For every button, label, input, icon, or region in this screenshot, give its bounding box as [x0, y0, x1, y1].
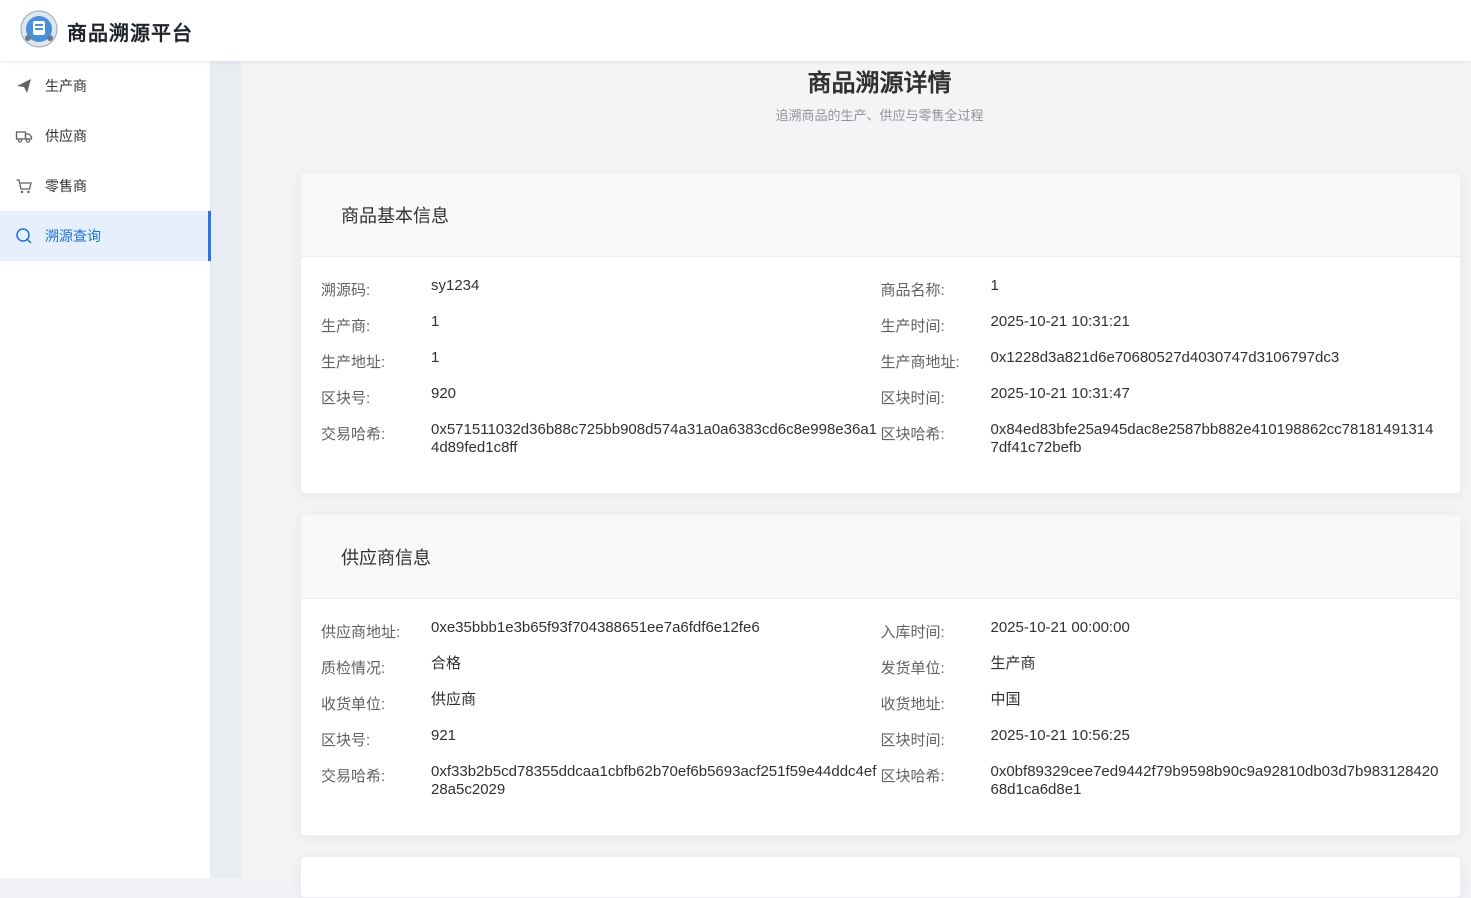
info-cell: 溯源码: sy1234 — [321, 277, 881, 300]
info-row: 区块号: 921 区块时间: 2025-10-21 10:56:25 — [321, 727, 1440, 763]
info-row: 区块号: 920 区块时间: 2025-10-21 10:31:47 — [321, 385, 1440, 421]
field-value: 0x0bf89329cee7ed9442f79b9598b90c9a92810d… — [990, 763, 1439, 798]
field-value: 供应商 — [431, 691, 477, 708]
app-logo-icon — [20, 10, 58, 48]
field-label: 生产地址: — [321, 354, 386, 371]
info-cell: 生产商: 1 — [321, 313, 881, 336]
info-row: 交易哈希: 0xf33b2b5cd78355ddcaa1cbfb62b70ef6… — [321, 763, 1440, 817]
field-label: 入库时间: — [880, 624, 945, 641]
page-subtitle: 追溯商品的生产、供应与零售全过程 — [775, 108, 984, 123]
field-label: 供应商地址: — [321, 624, 401, 641]
info-cell: 入库时间: 2025-10-21 00:00:00 — [881, 619, 1441, 642]
info-cell: 区块时间: 2025-10-21 10:31:47 — [881, 385, 1441, 408]
field-label: 生产商: — [321, 318, 371, 335]
info-cell: 供应商地址: 0xe35bbb1e3b65f93f704388651ee7a6f… — [321, 619, 881, 642]
field-label: 溯源码: — [321, 282, 371, 299]
field-label: 质检情况: — [321, 660, 386, 677]
sidebar-item-label: 生产商 — [45, 78, 87, 94]
info-cell: 区块哈希: 0x0bf89329cee7ed9442f79b9598b90c9a… — [881, 763, 1441, 799]
field-label: 区块时间: — [880, 390, 945, 407]
field-label: 发货单位: — [880, 660, 945, 677]
sidebar-item-label: 供应商 — [45, 128, 87, 144]
sidebar-item-trace-query[interactable]: 溯源查询 — [0, 211, 211, 261]
field-label: 区块哈希: — [880, 768, 945, 785]
field-label: 交易哈希: — [321, 768, 386, 785]
app-title: 商品溯源平台 — [67, 23, 193, 45]
field-value: sy1234 — [431, 277, 480, 294]
page-title: 商品溯源详情 — [807, 70, 952, 97]
info-cell: 生产商地址: 0x1228d3a821d6e70680527d4030747d3… — [881, 349, 1441, 372]
field-label: 区块哈希: — [880, 426, 945, 443]
sidebar-item-retailer[interactable]: 零售商 — [0, 161, 210, 211]
field-value: 2025-10-21 00:00:00 — [990, 619, 1130, 636]
field-value: 2025-10-21 10:56:25 — [990, 727, 1130, 744]
supplier-info-card: 供应商信息 供应商地址: 0xe35bbb1e3b65f93f704388651… — [300, 514, 1461, 836]
field-label: 区块时间: — [880, 732, 945, 749]
info-cell: 生产地址: 1 — [321, 349, 881, 372]
field-value: 0xe35bbb1e3b65f93f704388651ee7a6fdf6e12f… — [431, 619, 760, 636]
next-section-card — [300, 856, 1461, 898]
field-value: 0x571511032d36b88c725bb908d574a31a0a6383… — [431, 421, 878, 456]
field-value: 1 — [431, 313, 440, 330]
sidebar-item-label: 溯源查询 — [45, 228, 101, 244]
field-value: 中国 — [990, 691, 1021, 708]
field-value: 0x84ed83bfe25a945dac8e2587bb882e41019886… — [990, 421, 1434, 456]
field-value: 合格 — [431, 655, 462, 672]
supplier-info-body: 供应商地址: 0xe35bbb1e3b65f93f704388651ee7a6f… — [301, 599, 1460, 817]
info-cell: 收货地址: 中国 — [881, 691, 1441, 714]
field-label: 交易哈希: — [321, 426, 386, 443]
sidebar-item-label: 零售商 — [45, 178, 87, 194]
field-label: 收货地址: — [880, 696, 945, 713]
field-value: 921 — [431, 727, 457, 744]
top-header: 商品溯源平台 — [0, 0, 1471, 61]
info-row: 收货单位: 供应商 收货地址: 中国 — [321, 691, 1440, 727]
basic-info-card: 商品基本信息 溯源码: sy1234 商品名称: 1 生产商: 1 生产时间: … — [300, 172, 1461, 494]
field-label: 商品名称: — [880, 282, 945, 299]
sidebar-item-producer[interactable]: 生产商 — [0, 61, 210, 111]
info-row: 交易哈希: 0x571511032d36b88c725bb908d574a31a… — [321, 421, 1440, 475]
field-value: 0x1228d3a821d6e70680527d4030747d3106797d… — [990, 349, 1340, 366]
basic-info-body: 溯源码: sy1234 商品名称: 1 生产商: 1 生产时间: 2025-10… — [301, 257, 1460, 475]
field-value: 0xf33b2b5cd78355ddcaa1cbfb62b70ef6b5693a… — [431, 763, 877, 798]
field-value: 2025-10-21 10:31:47 — [990, 385, 1130, 402]
info-cell: 区块号: 921 — [321, 727, 881, 750]
field-label: 收货单位: — [321, 696, 386, 713]
field-value: 920 — [431, 385, 457, 402]
card-title: 商品基本信息 — [301, 173, 1460, 257]
info-row: 供应商地址: 0xe35bbb1e3b65f93f704388651ee7a6f… — [321, 619, 1440, 655]
info-row: 溯源码: sy1234 商品名称: 1 — [321, 277, 1440, 313]
info-cell: 区块号: 920 — [321, 385, 881, 408]
field-label: 区块号: — [321, 390, 371, 407]
content-gutter — [211, 61, 241, 878]
field-value: 生产商 — [990, 655, 1036, 672]
field-label: 生产商地址: — [880, 354, 960, 371]
info-cell: 生产时间: 2025-10-21 10:31:21 — [881, 313, 1441, 336]
truck-icon — [15, 131, 33, 143]
field-value: 2025-10-21 10:31:21 — [990, 313, 1130, 330]
info-cell: 发货单位: 生产商 — [881, 655, 1441, 678]
info-cell: 交易哈希: 0x571511032d36b88c725bb908d574a31a… — [321, 421, 881, 457]
cart-icon — [16, 179, 32, 194]
info-cell: 区块哈希: 0x84ed83bfe25a945dac8e2587bb882e41… — [881, 421, 1441, 457]
info-cell: 交易哈希: 0xf33b2b5cd78355ddcaa1cbfb62b70ef6… — [321, 763, 881, 799]
info-cell: 商品名称: 1 — [881, 277, 1441, 300]
card-title: 供应商信息 — [301, 515, 1460, 599]
field-value: 1 — [431, 349, 440, 366]
field-value: 1 — [990, 277, 999, 294]
sidebar: 生产商 供应商 零售商 溯源查询 — [0, 61, 211, 878]
sidebar-item-supplier[interactable]: 供应商 — [0, 111, 210, 161]
search-icon — [16, 228, 32, 244]
info-row: 生产地址: 1 生产商地址: 0x1228d3a821d6e70680527d4… — [321, 349, 1440, 385]
info-cell: 质检情况: 合格 — [321, 655, 881, 678]
info-row: 生产商: 1 生产时间: 2025-10-21 10:31:21 — [321, 313, 1440, 349]
info-cell: 区块时间: 2025-10-21 10:56:25 — [881, 727, 1441, 750]
field-label: 生产时间: — [880, 318, 945, 335]
field-label: 区块号: — [321, 732, 371, 749]
info-row: 质检情况: 合格 发货单位: 生产商 — [321, 655, 1440, 691]
paper-plane-icon — [17, 79, 31, 93]
info-cell: 收货单位: 供应商 — [321, 691, 881, 714]
